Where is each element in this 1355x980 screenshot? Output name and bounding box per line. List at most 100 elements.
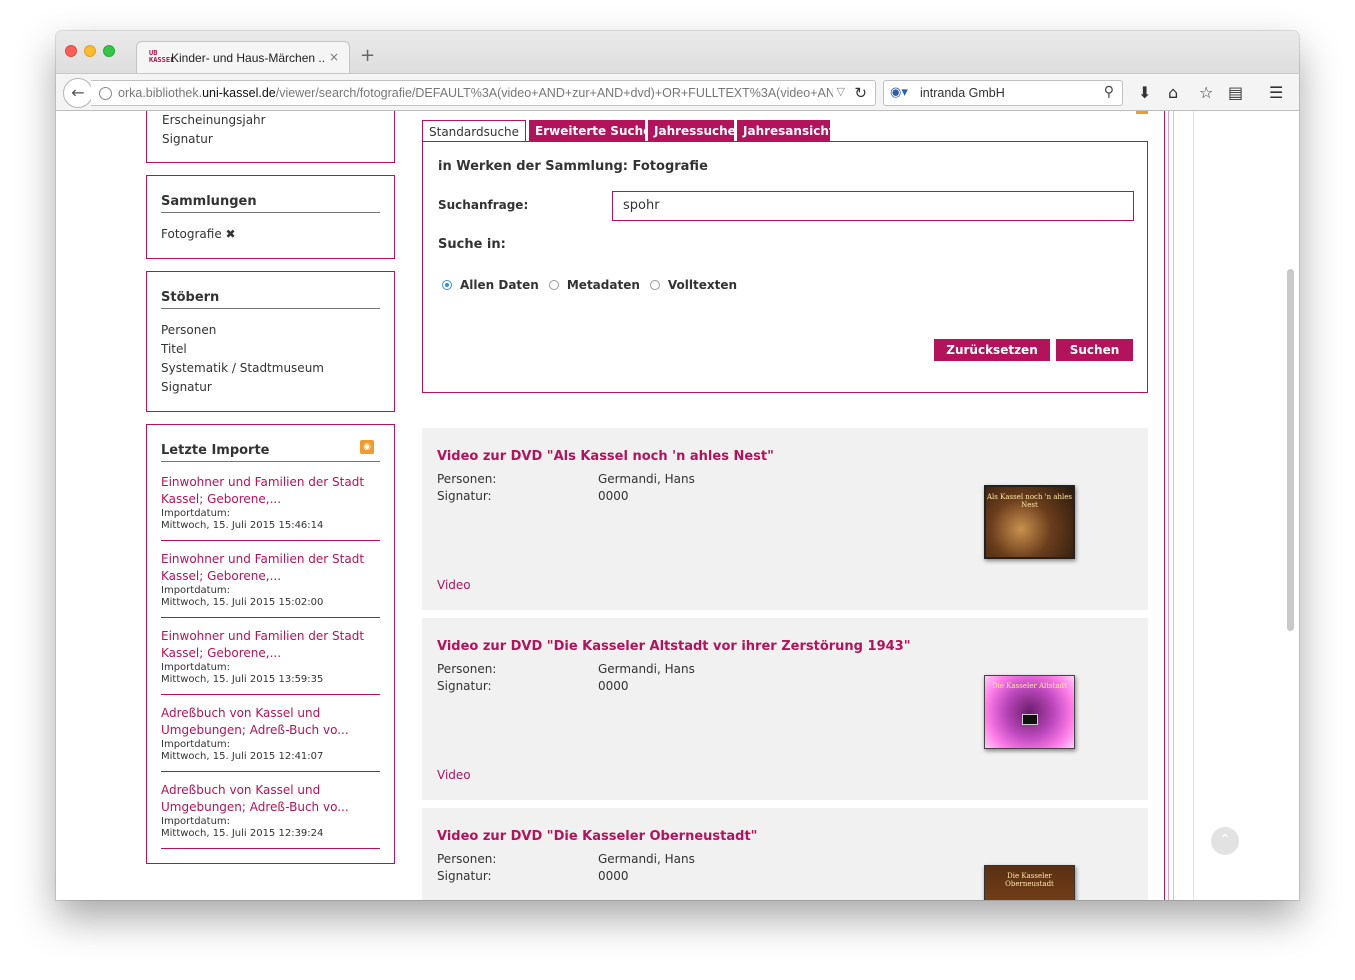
signature-label: Signatur: [437, 679, 492, 693]
chevron-up-icon[interactable]: ⌃ [1211, 827, 1239, 855]
list-item: Adreßbuch von Kassel und Umgebungen; Adr… [161, 695, 380, 772]
navigation-bar: ← orka.bibliothek.uni-kassel.de/viewer/s… [56, 73, 1299, 111]
tab-year-search[interactable]: Jahressuche [648, 120, 736, 142]
result-thumbnail[interactable]: Die Kasseler Altstadt [984, 675, 1075, 749]
import-date-label: Importdatum: [161, 739, 231, 750]
remove-filter-icon[interactable]: ✖ [226, 227, 236, 241]
collection-label: Fotografie [161, 227, 222, 241]
tab-year-view[interactable]: Jahresansicht [737, 120, 835, 142]
result-type-link[interactable]: Video [437, 768, 471, 782]
collections-heading: Sammlungen [161, 194, 380, 213]
tab-standard-search[interactable]: Standardsuche [422, 120, 526, 143]
home-icon[interactable]: ⌂ [1168, 83, 1178, 102]
reload-icon[interactable]: ↻ [854, 84, 867, 102]
sidebar: Erscheinungsjahr Signatur Sammlungen Fot… [146, 111, 395, 864]
import-link[interactable]: Einwohner und Familien der Stadt Kassel;… [161, 628, 380, 662]
import-link[interactable]: Adreßbuch von Kassel und Umgebungen; Adr… [161, 705, 380, 739]
hamburger-menu-icon[interactable]: ☰ [1269, 83, 1283, 102]
browse-list: Personen Titel Systematik / Stadtmuseum … [147, 309, 394, 411]
decorative-line [1164, 111, 1165, 900]
new-tab-button[interactable]: + [360, 47, 375, 65]
result-item: Video zur DVD "Die Kasseler Oberneustadt… [422, 808, 1148, 900]
result-item: Video zur DVD "Als Kassel noch 'n ahles … [422, 428, 1148, 610]
signature-value: 0000 [598, 679, 629, 693]
back-arrow-icon[interactable]: ← [63, 78, 93, 108]
facet-link-signature[interactable]: Signatur [162, 130, 379, 149]
import-date-label: Importdatum: [161, 816, 231, 827]
collections-widget: Sammlungen Fotografie ✖ [146, 175, 395, 259]
thumbnail-caption: Als Kassel noch 'n ahles Nest [987, 493, 1072, 509]
signature-value: 0000 [598, 869, 629, 883]
browser-search-bar[interactable]: ◉▾ intranda GmbH ⚲ [883, 80, 1123, 106]
import-date-label: Importdatum: [161, 508, 231, 519]
ub-kassel-favicon-icon: UB KASSEL [149, 49, 175, 64]
url-prefix: orka.bibliothek. [118, 86, 203, 100]
search-engine-icon[interactable]: ◉▾ [890, 85, 908, 100]
import-date: Mittwoch, 15. Juli 2015 15:46:14 [161, 520, 324, 531]
page-content: Erscheinungsjahr Signatur Sammlungen Fot… [56, 111, 1299, 900]
star-icon[interactable]: ☆ [1199, 83, 1213, 102]
url-dropdown-icon[interactable]: ▽ [837, 85, 845, 98]
zoom-window-button[interactable] [103, 45, 115, 57]
radio-fulltext-label[interactable]: Volltexten [668, 278, 737, 292]
browser-tab[interactable]: UB KASSEL Kinder- und Haus-Märchen ... × [136, 41, 350, 73]
tab-advanced-search[interactable]: Erweiterte Suche [529, 120, 651, 142]
browse-item-systematics[interactable]: Systematik / Stadtmuseum [161, 359, 380, 378]
import-date: Mittwoch, 15. Juli 2015 12:41:07 [161, 751, 324, 762]
reset-button[interactable]: Zurücksetzen [934, 339, 1050, 361]
search-in-label: Suche in: [438, 237, 506, 252]
import-date-label: Importdatum: [161, 585, 231, 596]
list-item: Einwohner und Familien der Stadt Kassel;… [161, 541, 380, 618]
minimize-window-button[interactable] [84, 45, 96, 57]
decorative-line [1173, 111, 1174, 900]
search-button[interactable]: Suchen [1056, 339, 1133, 361]
result-title-link[interactable]: Video zur DVD "Als Kassel noch 'n ahles … [437, 449, 774, 464]
decorative-line [1168, 111, 1169, 900]
browse-item-signature[interactable]: Signatur [161, 378, 380, 397]
persons-value: Germandi, Hans [598, 472, 695, 486]
rss-icon[interactable]: ◉ [360, 440, 374, 454]
globe-icon [99, 87, 112, 100]
persons-label: Personen: [437, 852, 497, 866]
radio-all-data[interactable] [442, 280, 452, 290]
list-item: Adreßbuch von Kassel und Umgebungen; Adr… [161, 772, 380, 849]
radio-fulltext[interactable] [649, 280, 660, 290]
signature-value: 0000 [598, 489, 629, 503]
reading-list-icon[interactable]: ▤ [1228, 83, 1243, 102]
search-input[interactable]: spohr [612, 191, 1134, 221]
result-type-link[interactable]: Video [437, 578, 471, 592]
close-window-button[interactable] [65, 45, 77, 57]
query-label: Suchanfrage: [438, 198, 529, 212]
tab-close-icon[interactable]: × [329, 50, 339, 64]
url-domain: uni-kassel.de [202, 86, 276, 100]
import-link[interactable]: Einwohner und Familien der Stadt Kassel;… [161, 551, 380, 585]
import-link[interactable]: Einwohner und Familien der Stadt Kassel;… [161, 474, 380, 508]
decorative-accent [1136, 111, 1148, 114]
persons-value: Germandi, Hans [598, 852, 695, 866]
import-link[interactable]: Adreßbuch von Kassel und Umgebungen; Adr… [161, 782, 380, 816]
imports-heading: Letzte Importe [161, 443, 380, 462]
result-thumbnail[interactable]: Die Kasseler Oberneustadt [984, 865, 1075, 900]
download-icon[interactable]: ⬇ [1138, 83, 1151, 102]
search-icon[interactable]: ⚲ [1104, 84, 1114, 100]
persons-label: Personen: [437, 472, 497, 486]
signature-label: Signatur: [437, 869, 492, 883]
radio-metadata[interactable] [548, 280, 559, 290]
browse-item-persons[interactable]: Personen [161, 321, 380, 340]
persons-value: Germandi, Hans [598, 662, 695, 676]
url-path: /viewer/search/fotografie/DEFAULT%3A(vid… [275, 86, 833, 100]
result-title-link[interactable]: Video zur DVD "Die Kasseler Altstadt vor… [437, 639, 910, 654]
facet-link-year[interactable]: Erscheinungsjahr [162, 111, 379, 130]
radio-metadata-label[interactable]: Metadaten [567, 278, 640, 292]
result-title-link[interactable]: Video zur DVD "Die Kasseler Oberneustadt… [437, 829, 757, 844]
tv-screen-icon [1022, 714, 1038, 725]
radio-all-data-label[interactable]: Allen Daten [460, 278, 539, 292]
imports-list: Einwohner und Familien der Stadt Kassel;… [147, 462, 394, 863]
browse-item-title[interactable]: Titel [161, 340, 380, 359]
import-date: Mittwoch, 15. Juli 2015 15:02:00 [161, 597, 324, 608]
url-bar[interactable]: orka.bibliothek.uni-kassel.de/viewer/sea… [91, 80, 876, 106]
search-scope-options: Allen Daten Metadaten Volltexten [442, 278, 747, 292]
result-thumbnail[interactable]: Als Kassel noch 'n ahles Nest [984, 485, 1075, 559]
scrollbar[interactable] [1287, 269, 1294, 631]
url-text[interactable]: orka.bibliothek.uni-kassel.de/viewer/sea… [118, 86, 833, 100]
